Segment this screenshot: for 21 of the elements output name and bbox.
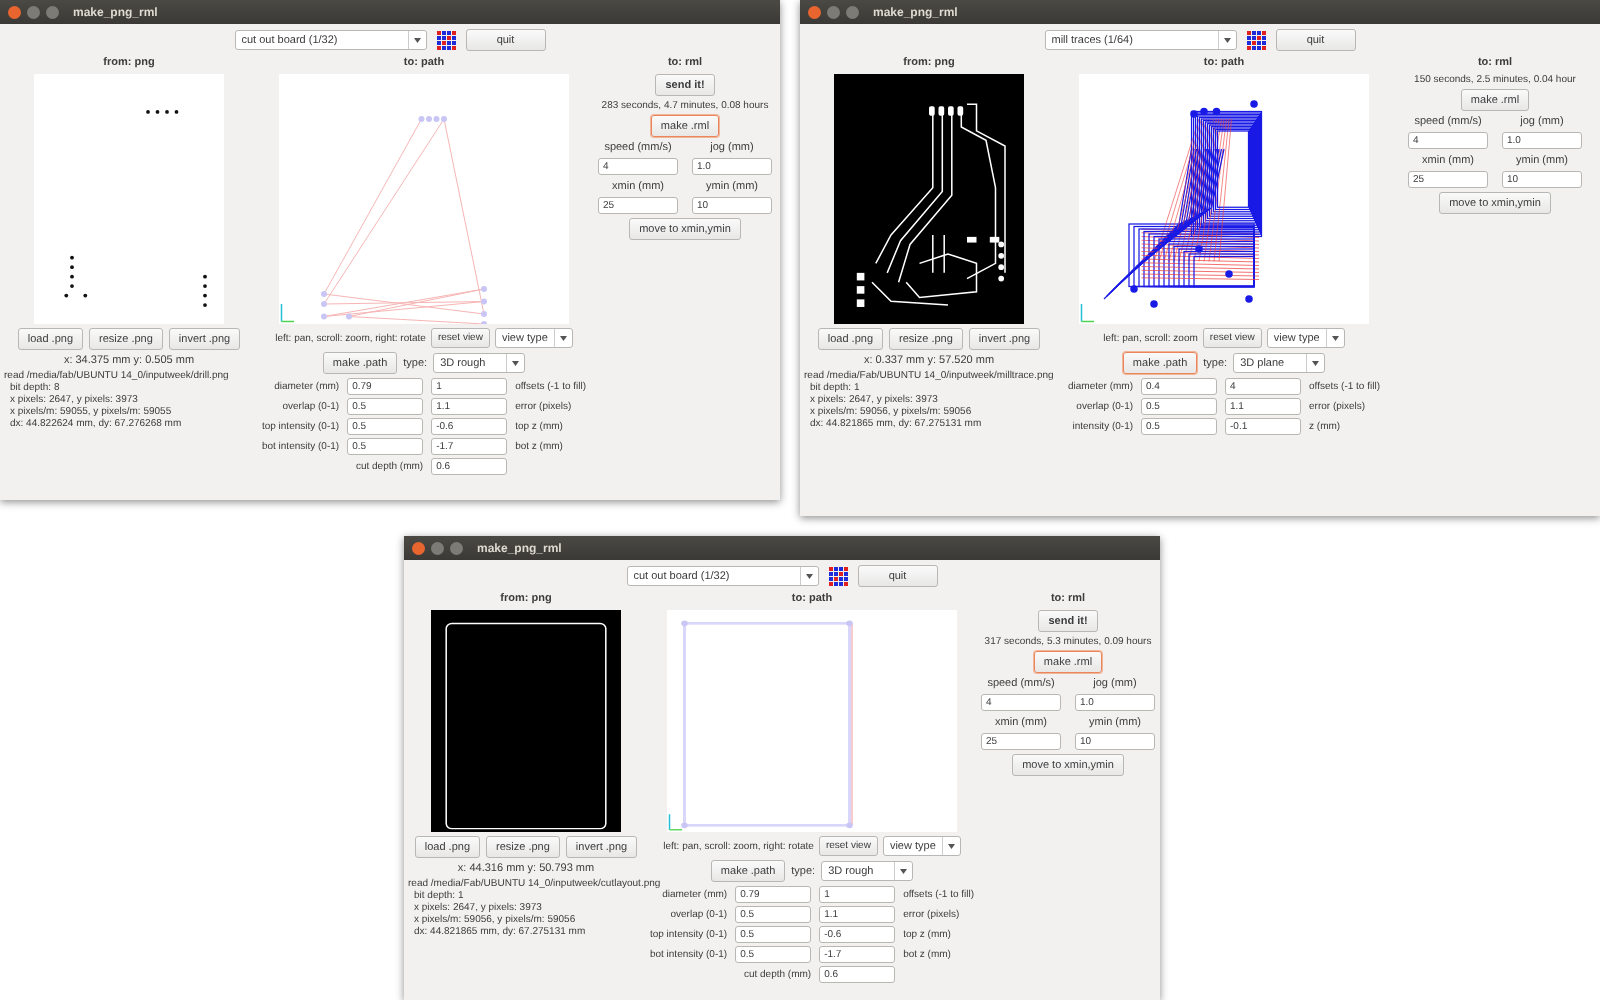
grid-icon[interactable] <box>436 30 456 50</box>
caret-icon <box>947 843 955 849</box>
maximize-icon[interactable] <box>846 5 859 19</box>
caret-icon <box>413 37 421 43</box>
close-icon[interactable] <box>8 5 21 19</box>
minimize-icon[interactable] <box>827 5 840 19</box>
grid-icon[interactable] <box>828 566 848 586</box>
caret-icon <box>1331 335 1339 341</box>
caret-icon <box>900 868 908 874</box>
minimize-icon[interactable] <box>27 5 40 19</box>
minimize-icon[interactable] <box>431 541 444 555</box>
caret-icon <box>805 573 813 579</box>
caret-icon <box>1223 37 1231 43</box>
close-icon[interactable] <box>808 5 821 19</box>
caret-icon <box>559 335 567 341</box>
maximize-icon[interactable] <box>450 541 463 555</box>
close-icon[interactable] <box>412 541 425 555</box>
maximize-icon[interactable] <box>46 5 59 19</box>
grid-icon[interactable] <box>1246 30 1266 50</box>
caret-icon <box>1312 360 1320 366</box>
caret-icon <box>512 360 520 366</box>
